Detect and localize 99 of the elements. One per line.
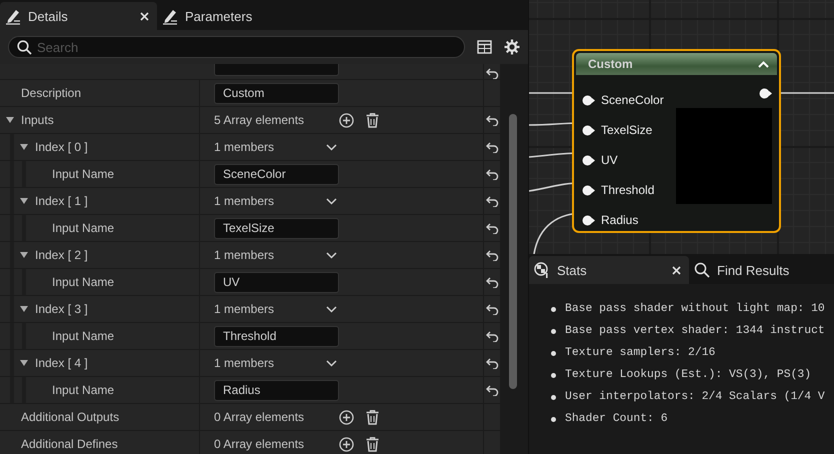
stat-line: Texture Lookups (Est.): VS(3), PS(3) (565, 369, 812, 381)
input-field[interactable] (214, 64, 339, 76)
tab[interactable]: Details (0, 2, 157, 30)
checker-icon[interactable] (534, 262, 550, 278)
close-icon[interactable] (672, 266, 681, 274)
text-field[interactable]: Custom (214, 82, 339, 104)
reset-arrow-icon[interactable] (486, 168, 498, 180)
text-field[interactable]: Threshold (214, 326, 339, 346)
expand-arrow-icon[interactable] (19, 196, 29, 206)
chevron-down-icon[interactable] (326, 198, 337, 204)
property-label: Additional Outputs (21, 410, 120, 424)
expand-arrow-icon[interactable] (19, 142, 29, 152)
trash-icon[interactable] (366, 112, 379, 128)
reset-arrow-icon[interactable] (486, 142, 498, 152)
trash-icon[interactable] (366, 436, 379, 452)
array-count: 5 Array elements (214, 113, 306, 127)
trash-icon[interactable] (366, 410, 379, 424)
members-count: 1 members (214, 302, 276, 316)
tab[interactable]: Parameters (157, 2, 260, 30)
stat-line: Base pass vertex shader: 1344 instruct (565, 325, 825, 337)
reset-arrow-icon[interactable] (486, 304, 498, 314)
property-label: Index [ 2 ] (35, 248, 88, 262)
bullet-icon (551, 372, 556, 378)
chevron-down-icon[interactable] (326, 144, 337, 150)
pencil-icon[interactable] (5, 8, 21, 24)
members-count: 1 members (214, 140, 276, 154)
property-label: Inputs (21, 113, 54, 127)
reset-arrow-icon[interactable] (486, 250, 498, 260)
property-label: Description (21, 86, 82, 100)
members-count: 1 members (214, 356, 276, 370)
tab[interactable]: Find Results (689, 256, 798, 284)
property-label: Index [ 1 ] (35, 194, 88, 208)
property-label: Input Name (52, 221, 114, 235)
reset-arrow-icon[interactable] (486, 330, 498, 342)
reset-arrow-icon[interactable] (486, 276, 498, 288)
stat-line: Shader Count: 6 (565, 413, 668, 425)
stat-line: Base pass shader without light map: 10 (565, 303, 825, 315)
pin-label: Threshold (601, 183, 654, 197)
text-field[interactable]: Radius (214, 380, 339, 400)
pin-label: Radius (601, 213, 638, 227)
pencil-icon[interactable] (162, 8, 178, 24)
bullet-icon (551, 328, 556, 334)
expand-arrow-icon[interactable] (19, 304, 29, 314)
text-field[interactable]: TexelSize (214, 218, 339, 238)
text-field[interactable]: SceneColor (214, 164, 339, 184)
chevron-down-icon[interactable] (326, 306, 337, 312)
property-label: Input Name (52, 383, 114, 397)
text-field[interactable]: UV (214, 272, 339, 292)
property-label: Input Name (52, 275, 114, 289)
settings-icon[interactable] (504, 39, 520, 55)
add-icon[interactable] (339, 112, 354, 128)
expand-arrow-icon[interactable] (19, 250, 29, 260)
add-icon[interactable] (339, 410, 354, 424)
reset-arrow-icon[interactable] (486, 114, 498, 126)
input-pin-icon[interactable] (582, 214, 595, 226)
reset-arrow-icon[interactable] (486, 384, 498, 396)
reset-arrow-icon[interactable] (486, 358, 498, 368)
input-pin-icon[interactable] (582, 94, 595, 106)
material-node[interactable]: Custom SceneColor TexelSize UV Threshold Radius (572, 49, 781, 233)
bullet-icon (551, 350, 556, 356)
property-label: Index [ 4 ] (35, 356, 88, 370)
input-pin-icon[interactable] (582, 124, 595, 136)
input-pin-icon[interactable] (582, 154, 595, 166)
property-label: Input Name (52, 329, 114, 343)
input-pin-icon[interactable] (582, 184, 595, 196)
bullet-icon (551, 306, 556, 312)
bullet-icon (551, 394, 556, 400)
chevron-down-icon[interactable] (326, 252, 337, 258)
table-icon[interactable] (477, 40, 492, 54)
property-label: Index [ 0 ] (35, 140, 88, 154)
stat-line: User interpolators: 2/4 Scalars (1/4 V (565, 391, 825, 403)
expand-arrow-icon[interactable] (19, 358, 29, 368)
property-label: Index [ 3 ] (35, 302, 88, 316)
add-icon[interactable] (339, 436, 354, 452)
reset-arrow-icon[interactable] (486, 68, 498, 79)
close-icon[interactable] (140, 12, 149, 20)
search-icon[interactable] (694, 262, 710, 278)
reset-arrow-icon[interactable] (486, 196, 498, 206)
wire (781, 92, 834, 94)
stat-line: Texture samplers: 2/16 (565, 347, 716, 359)
expand-arrow-icon[interactable] (5, 115, 15, 125)
property-label: Additional Defines (21, 437, 118, 451)
scrollbar-thumb[interactable] (509, 114, 517, 389)
node-title: Custom (588, 57, 634, 71)
search-field[interactable]: Search (8, 36, 465, 58)
array-count: 0 Array elements (214, 410, 306, 424)
output-pin-icon[interactable] (759, 88, 772, 99)
chevron-down-icon[interactable] (326, 360, 337, 366)
members-count: 1 members (214, 194, 276, 208)
bullet-icon (551, 416, 556, 422)
pin-label: SceneColor (601, 93, 664, 107)
members-count: 1 members (214, 248, 276, 262)
collapse-caret-icon[interactable] (758, 60, 769, 68)
pin-label: TexelSize (601, 123, 652, 137)
array-count: 0 Array elements (214, 437, 306, 451)
property-label: Input Name (52, 167, 114, 181)
reset-arrow-icon[interactable] (486, 222, 498, 234)
tab[interactable]: Stats (529, 256, 689, 284)
pin-label: UV (601, 153, 618, 167)
